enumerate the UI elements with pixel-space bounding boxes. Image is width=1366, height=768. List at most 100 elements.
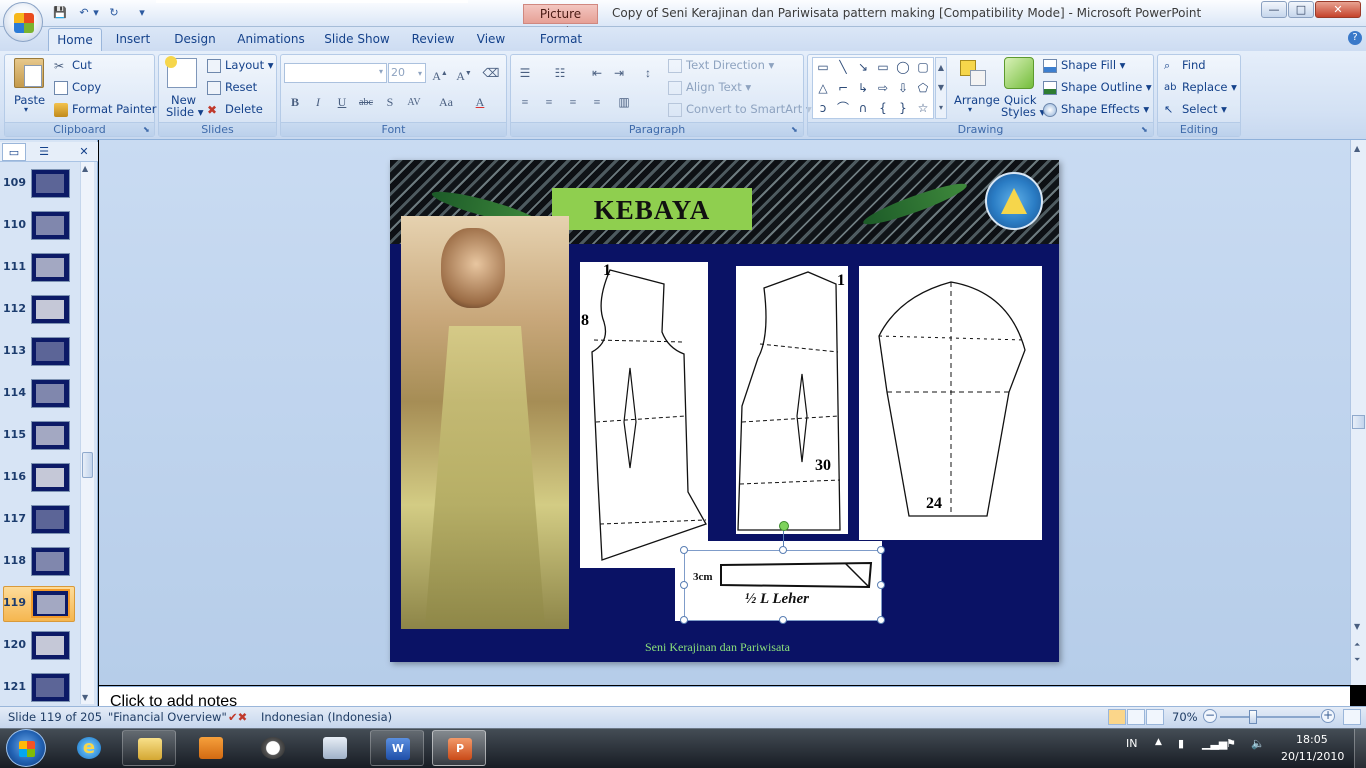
taskbar-ie[interactable]: e bbox=[62, 730, 116, 766]
workspace-scrollbar[interactable]: ▲ ▼ ⏶ ⏷ bbox=[1350, 140, 1366, 685]
resize-handle-nw[interactable] bbox=[680, 546, 688, 554]
reset-button[interactable]: Reset bbox=[207, 80, 257, 95]
taskbar-media-player[interactable] bbox=[184, 730, 238, 766]
slide-thumbnail-image[interactable] bbox=[31, 505, 70, 534]
arrange-button[interactable]: Arrange bbox=[954, 93, 1000, 107]
rounded-rectangle-shape-icon[interactable]: ▢ bbox=[916, 60, 930, 74]
tab-view[interactable]: View bbox=[470, 28, 512, 51]
elbow-connector-shape-icon[interactable]: ⌐ bbox=[836, 81, 850, 95]
slide-thumbnail-121[interactable]: 121 bbox=[0, 670, 80, 710]
close-button[interactable]: ✕ bbox=[1315, 1, 1361, 18]
slide-thumbnail-116[interactable]: 116 bbox=[0, 460, 80, 500]
new-slide-label-2[interactable]: Slide ▾ bbox=[166, 105, 204, 119]
resize-handle-ne[interactable] bbox=[877, 546, 885, 554]
paste-button[interactable]: Paste bbox=[14, 93, 45, 107]
freeform-shape-icon[interactable]: ↄ bbox=[816, 101, 830, 115]
quick-styles-label-2[interactable]: Styles ▾ bbox=[1001, 105, 1045, 119]
slide-thumbnail-image[interactable] bbox=[31, 421, 70, 450]
action-center-icon[interactable]: ⚑ bbox=[1226, 737, 1236, 750]
align-left-icon[interactable]: ≡ bbox=[515, 92, 535, 112]
right-brace-shape-icon[interactable]: } bbox=[896, 101, 910, 115]
slide-thumbnail-image[interactable] bbox=[31, 673, 70, 702]
slide-thumbnail-113[interactable]: 113 bbox=[0, 334, 80, 374]
minimize-button[interactable]: — bbox=[1261, 1, 1287, 18]
show-desktop-button[interactable] bbox=[1354, 729, 1366, 768]
sleeve-pattern[interactable] bbox=[859, 266, 1042, 540]
taskbar-word[interactable]: W bbox=[370, 730, 424, 766]
slide-thumbnail-112[interactable]: 112 bbox=[0, 292, 80, 332]
clear-formatting-icon[interactable]: ⌫ bbox=[481, 63, 501, 83]
oval-shape-icon[interactable]: ◯ bbox=[896, 60, 910, 74]
show-hidden-icons[interactable]: ▲ bbox=[1155, 737, 1162, 747]
shape-fill-button[interactable]: Shape Fill ▾ bbox=[1043, 58, 1125, 73]
scroll-down-icon[interactable]: ▼ bbox=[82, 693, 88, 702]
character-spacing-icon[interactable]: AV bbox=[404, 92, 424, 112]
pentagon-shape-icon[interactable]: ⬠ bbox=[916, 81, 930, 95]
resize-handle-e[interactable] bbox=[877, 581, 885, 589]
theme-name[interactable]: "Financial Overview" bbox=[108, 710, 227, 724]
slide-thumbnail-image[interactable] bbox=[31, 169, 70, 198]
align-right-icon[interactable]: ≡ bbox=[563, 92, 583, 112]
next-slide-icon[interactable]: ⏷ bbox=[1354, 655, 1360, 665]
right-arrow-shape-icon[interactable]: ⇨ bbox=[876, 81, 890, 95]
previous-slide-icon[interactable]: ⏶ bbox=[1354, 640, 1360, 650]
normal-view-icon[interactable] bbox=[1108, 709, 1126, 725]
maximize-button[interactable]: □ bbox=[1288, 1, 1314, 18]
undo-icon[interactable]: ↶ bbox=[76, 5, 92, 21]
slide-thumbnail-image[interactable] bbox=[31, 295, 70, 324]
shapes-gallery-scroll[interactable]: ▲ ▼ ▾ bbox=[935, 57, 947, 119]
spelling-check-icon[interactable]: ✔✖ bbox=[228, 710, 247, 724]
curve-shape-icon[interactable]: ⌒ bbox=[836, 101, 850, 115]
line-shape-icon[interactable]: ╲ bbox=[836, 60, 850, 74]
italic-icon[interactable]: I bbox=[308, 92, 328, 112]
slide-thumbnail-image[interactable] bbox=[31, 379, 70, 408]
scroll-up-icon[interactable]: ▲ bbox=[82, 164, 88, 173]
slide-show-view-icon[interactable] bbox=[1146, 709, 1164, 725]
numbering-icon[interactable]: ☷ bbox=[550, 63, 570, 83]
outline-tab-icon[interactable]: ☰ bbox=[28, 143, 60, 161]
delete-button[interactable]: ✖ Delete bbox=[207, 102, 263, 117]
bullets-icon[interactable]: ☰ bbox=[515, 63, 535, 83]
office-button[interactable] bbox=[3, 2, 43, 42]
arc-shape-icon[interactable]: ∩ bbox=[856, 101, 870, 115]
volume-icon[interactable]: 🔈 bbox=[1251, 737, 1265, 750]
zoom-in-icon[interactable]: + bbox=[1321, 709, 1335, 723]
slide-thumbnail-image[interactable] bbox=[31, 253, 70, 282]
undo-dropdown-icon[interactable]: ▾ bbox=[92, 5, 100, 21]
drawing-launcher-icon[interactable]: ⬊ bbox=[1141, 125, 1148, 134]
slide-thumbnail-image[interactable] bbox=[31, 337, 70, 366]
language-indicator[interactable]: Indonesian (Indonesia) bbox=[261, 710, 392, 724]
slides-panel-scrollbar[interactable]: ▲ ▼ bbox=[80, 162, 94, 704]
tab-format[interactable]: Format bbox=[532, 28, 590, 51]
clock-date[interactable]: 20/11/2010 bbox=[1281, 750, 1344, 763]
taskbar-clock-app[interactable] bbox=[246, 730, 300, 766]
redo-icon[interactable]: ↻ bbox=[106, 5, 122, 21]
resize-handle-s[interactable] bbox=[779, 616, 787, 624]
taskbar-powerpoint[interactable]: P bbox=[432, 730, 486, 766]
change-case-icon[interactable]: Aa bbox=[436, 92, 456, 112]
taskbar-explorer[interactable] bbox=[122, 730, 176, 766]
rectangle-shape-icon[interactable]: ▭ bbox=[876, 60, 890, 74]
slide-thumbnail-119[interactable]: 119 bbox=[0, 586, 80, 626]
font-name-combo[interactable]: ▾ bbox=[284, 63, 387, 83]
shape-effects-button[interactable]: Shape Effects ▾ bbox=[1043, 102, 1149, 117]
resize-handle-n[interactable] bbox=[779, 546, 787, 554]
scroll-down-icon[interactable]: ▼ bbox=[1354, 622, 1360, 631]
new-slide-icon[interactable] bbox=[165, 56, 197, 88]
slide-sorter-view-icon[interactable] bbox=[1127, 709, 1145, 725]
zoom-level[interactable]: 70% bbox=[1172, 710, 1198, 724]
help-icon[interactable]: ? bbox=[1348, 31, 1362, 45]
strikethrough-icon[interactable]: abc bbox=[356, 92, 376, 112]
text-shadow-icon[interactable]: S bbox=[380, 92, 400, 112]
grow-font-icon[interactable]: A▲ bbox=[430, 63, 450, 83]
slide-thumbnail-115[interactable]: 115 bbox=[0, 418, 80, 458]
scroll-up-icon[interactable]: ▲ bbox=[1354, 144, 1360, 153]
down-arrow-shape-icon[interactable]: ⇩ bbox=[896, 81, 910, 95]
clock-time[interactable]: 18:05 bbox=[1296, 733, 1328, 746]
left-brace-shape-icon[interactable]: { bbox=[876, 101, 890, 115]
slide-thumbnail-109[interactable]: 109 bbox=[0, 166, 80, 206]
fit-to-window-icon[interactable] bbox=[1343, 709, 1361, 725]
zoom-out-icon[interactable]: − bbox=[1203, 709, 1217, 723]
slide-thumbnail-117[interactable]: 117 bbox=[0, 502, 80, 542]
close-panel-icon[interactable]: ✕ bbox=[76, 143, 92, 161]
